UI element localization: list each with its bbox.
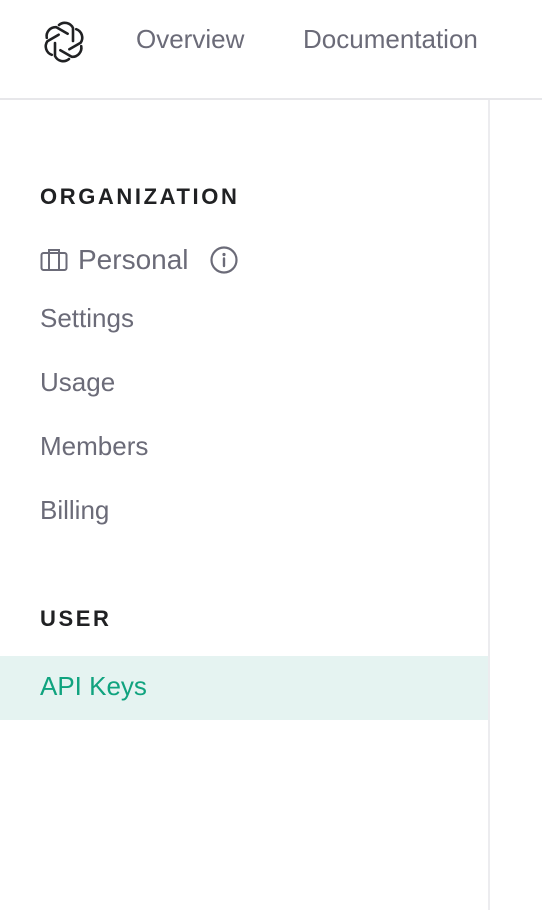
sidebar-item-label: API Keys (40, 671, 147, 701)
info-icon[interactable] (209, 245, 239, 275)
organization-selector[interactable]: Personal (40, 242, 239, 278)
sidebar-item-usage[interactable]: Usage (40, 367, 115, 398)
organization-name: Personal (78, 244, 189, 275)
sidebar-item-settings[interactable]: Settings (40, 303, 134, 334)
page: Overview Documentation ORGANIZATION Pers… (0, 0, 542, 910)
organization-section-title: ORGANIZATION (40, 184, 240, 209)
nav-documentation-link[interactable]: Documentation (303, 24, 478, 55)
user-section-title: USER (40, 606, 112, 631)
nav-overview-link[interactable]: Overview (136, 24, 244, 55)
openai-logo-icon[interactable] (40, 18, 88, 66)
sidebar-item-members[interactable]: Members (40, 431, 148, 462)
sidebar: ORGANIZATION Personal Settings Usage Mem… (0, 100, 490, 910)
briefcase-icon (40, 248, 68, 272)
sidebar-item-api-keys[interactable]: API Keys (0, 656, 488, 720)
sidebar-item-billing[interactable]: Billing (40, 495, 109, 526)
top-nav-bar: Overview Documentation (0, 0, 542, 100)
